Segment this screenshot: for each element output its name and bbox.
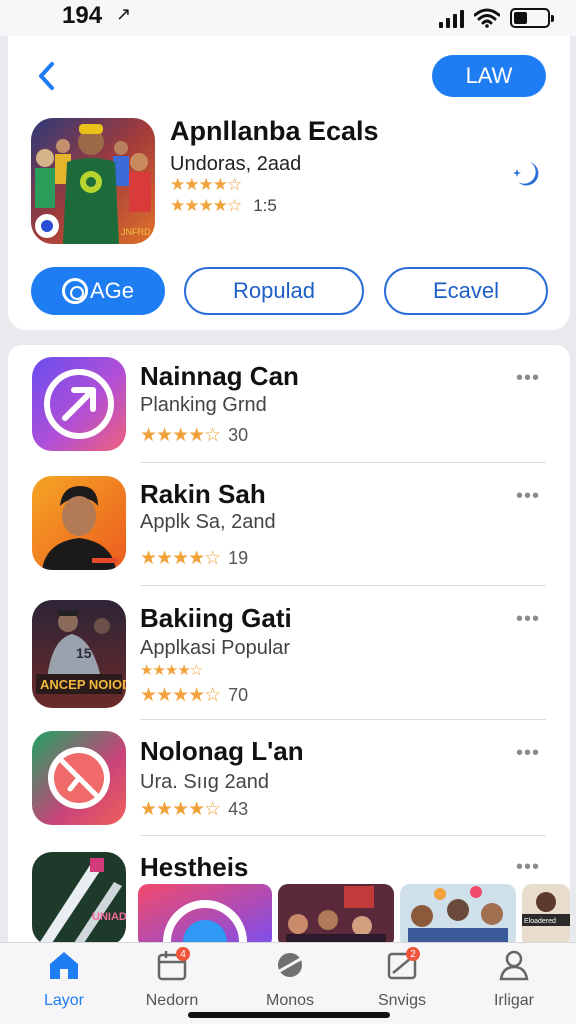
rating-stars-small: ★★★★☆ — [140, 662, 203, 679]
featured-app-card: LAW JNFRD Apnllanba Ecals Undoras, 2aad … — [8, 36, 570, 330]
divider — [140, 462, 546, 463]
more-options-icon[interactable]: ••• — [516, 742, 540, 765]
tab-label: Irligar — [493, 992, 534, 1009]
home-icon — [50, 952, 78, 979]
age-button-label: AGe — [89, 278, 135, 303]
game-banner-text: ANCEP NOIOD — [40, 677, 126, 692]
app-subtitle: Planking Grnd — [140, 394, 267, 416]
more-options-icon[interactable]: ••• — [516, 856, 540, 879]
app-title: Hestheis — [140, 852, 249, 882]
tab-badge: 2 — [406, 947, 420, 961]
ropulad-button[interactable]: Ropulad — [184, 267, 364, 315]
tab-label: Nedorn — [145, 992, 199, 1009]
divider — [140, 719, 546, 720]
app-rating-small: ★★★★☆ — [140, 661, 203, 679]
battery-icon — [510, 8, 554, 28]
featured-rating-stars-small: ★★★★☆ — [170, 175, 242, 194]
app-title: Bakiing Gati — [140, 603, 292, 633]
hero-icon-badge-text: JNFRD — [121, 227, 151, 237]
app-title: Rakin Sah — [140, 479, 266, 509]
more-options-icon[interactable]: ••• — [516, 485, 540, 508]
more-options-icon[interactable]: ••• — [516, 367, 540, 390]
app-rating: ★★★★☆ 30 — [140, 424, 248, 447]
person-icon — [499, 950, 529, 981]
thumbnail-label: Eloadered — [524, 918, 556, 925]
ring-icon — [61, 278, 88, 304]
planet-icon — [275, 953, 305, 977]
app-icon-compass — [32, 731, 126, 825]
rating-stars: ★★★★☆ — [140, 425, 221, 446]
featured-app-icon[interactable]: JNFRD — [31, 118, 155, 244]
featured-rating-row: ★★★★☆ 1:5 — [170, 196, 277, 216]
app-subtitle: Applk Sa, 2and — [140, 511, 276, 533]
divider — [140, 835, 546, 836]
app-subtitle: Ura. Sııg 2and — [140, 771, 269, 793]
rating-count: 30 — [228, 425, 249, 445]
more-options-icon[interactable]: ••• — [516, 608, 540, 631]
featured-app-title: Apnllanba Ecals — [170, 116, 379, 146]
divider — [140, 585, 546, 586]
cricket-label-text: UNIAD — [92, 911, 126, 923]
tab-monos[interactable]: Monos — [240, 949, 340, 1010]
app-subtitle: Applkasi Popular — [140, 637, 291, 659]
featured-rating-count: 1:5 — [253, 196, 277, 215]
cellular-signal-icon — [439, 10, 464, 28]
app-icon-arrow — [32, 357, 126, 451]
rating-count: 43 — [228, 799, 249, 819]
app-icon-cricket: UNIAD — [32, 852, 126, 946]
back-chevron-icon[interactable] — [32, 56, 62, 96]
app-rating: ★★★★☆ 19 — [140, 547, 248, 570]
status-time: 194 — [62, 2, 103, 29]
tab-nedorn[interactable]: 4 Nedorn — [122, 947, 222, 1010]
tab-label: Snvigs — [377, 992, 427, 1009]
status-bar: 194 ↗ — [0, 0, 576, 36]
featured-app-subtitle: Undoras, 2aad — [170, 153, 302, 175]
tab-label: Layor — [43, 992, 85, 1009]
rating-count: 70 — [228, 685, 249, 705]
location-arrow-icon: ↗ — [116, 4, 132, 24]
featured-rating-stars: ★★★★☆ — [170, 196, 242, 215]
app-icon-portrait — [32, 476, 126, 570]
app-rating: ★★★★☆ 70 — [140, 684, 248, 707]
status-icons — [439, 8, 554, 28]
rating-count: 19 — [228, 548, 249, 568]
rating-stars: ★★★★☆ — [140, 799, 221, 820]
rating-stars: ★★★★☆ — [140, 548, 221, 569]
law-button[interactable]: LAW — [432, 55, 546, 97]
tab-badge: 4 — [176, 947, 190, 961]
home-indicator — [188, 1012, 390, 1018]
preview-thumbnail[interactable]: Eloadered — [522, 884, 570, 948]
app-title: Nolonag L'an — [140, 736, 304, 766]
rating-stars: ★★★★☆ — [140, 685, 221, 706]
preview-thumbnail[interactable] — [278, 884, 394, 948]
ecavel-button[interactable]: Ecavel — [384, 267, 548, 315]
wifi-icon — [474, 8, 500, 28]
tab-label: Monos — [265, 992, 315, 1009]
tab-irligar[interactable]: Irligar — [464, 949, 564, 1010]
preview-thumbnail[interactable] — [138, 884, 272, 948]
preview-thumbnail[interactable] — [400, 884, 516, 948]
moon-sparkle-icon[interactable] — [508, 156, 544, 192]
game-jersey-text: 15 — [76, 645, 92, 661]
tab-layor[interactable]: Layor — [14, 949, 114, 1010]
app-rating: ★★★★☆ 43 — [140, 798, 248, 821]
app-icon-game: 15 ANCEP NOIOD — [32, 600, 126, 708]
app-title: Nainnag Can — [140, 361, 299, 391]
tab-snvigs[interactable]: 2 Snvigs — [352, 947, 452, 1010]
age-button[interactable]: AGe — [31, 267, 165, 315]
